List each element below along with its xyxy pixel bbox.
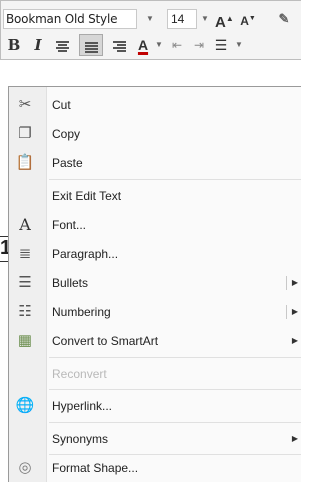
menu-item-exit-edit-text-label: Exit Edit Text — [52, 189, 122, 203]
italic-button[interactable]: I — [28, 34, 48, 56]
menu-item-hyperlink-label: Hyperlink... — [52, 399, 113, 413]
mini-toolbar: Bookman Old Style ▼ 14 ▼ A▲ A▼ ✎ B I A ▼… — [0, 0, 301, 60]
submenu-arrow-icon[interactable]: ▶ — [292, 298, 298, 326]
menu-item-numbering[interactable]: ☷ Numbering ▶ — [9, 298, 302, 326]
context-menu: ✂ Cut ❐ Copy 📋 Paste Exit Edit Text A Fo… — [8, 86, 301, 482]
copy-icon: ❐ — [18, 125, 32, 142]
smartart-icon: ▦ — [17, 332, 33, 349]
menu-item-copy-label: Copy — [52, 127, 81, 141]
menu-item-paste[interactable]: 📋 Paste — [9, 149, 302, 177]
format-painter-icon[interactable]: ✎ — [269, 9, 299, 29]
menu-item-cut-label: Cut — [52, 98, 71, 112]
decrease-indent-button[interactable]: ⇤ — [167, 34, 187, 56]
paragraph-icon: ≣ — [18, 245, 32, 262]
font-name-dropdown-icon[interactable]: ▼ — [144, 9, 156, 29]
menu-item-bullets-label: Bullets — [52, 276, 89, 290]
menu-item-convert-to-smartart-label: Convert to SmartArt — [52, 334, 159, 348]
mini-toolbar-format-row: B I A ▼ ⇤ ⇥ ☰ ▼ — [1, 34, 302, 58]
font-size-dropdown-icon[interactable]: ▼ — [199, 9, 211, 29]
menu-item-exit-edit-text[interactable]: Exit Edit Text — [9, 182, 302, 210]
menu-item-hyperlink[interactable]: 🌐 Hyperlink... — [9, 392, 302, 420]
menu-item-synonyms-label: Synonyms — [52, 432, 109, 446]
bullets-dropdown-icon[interactable]: ▼ — [233, 34, 245, 56]
menu-item-convert-to-smartart[interactable]: ▦ Convert to SmartArt ▶ — [9, 327, 302, 355]
align-justify-button[interactable] — [79, 34, 103, 56]
menu-item-font-label: Font... — [52, 218, 87, 232]
format-shape-icon: ◎ — [18, 459, 32, 476]
menu-item-format-shape-label: Format Shape... — [52, 461, 139, 475]
submenu-arrow-icon: ▶ — [291, 434, 298, 443]
paste-icon: 📋 — [15, 154, 35, 171]
menu-item-paragraph[interactable]: ≣ Paragraph... — [9, 240, 302, 268]
menu-separator — [49, 389, 301, 390]
align-center-button[interactable] — [52, 34, 72, 56]
menu-item-font[interactable]: A Font... — [9, 211, 302, 239]
numbering-icon: ☷ — [18, 303, 32, 320]
menu-item-copy[interactable]: ❐ Copy — [9, 120, 302, 148]
font-icon: A — [19, 215, 31, 234]
menu-separator — [49, 357, 301, 358]
align-right-icon — [112, 40, 126, 52]
font-color-dropdown-icon[interactable]: ▼ — [153, 34, 165, 56]
align-justify-icon — [84, 41, 98, 53]
align-right-button[interactable] — [109, 34, 129, 56]
menu-item-bullets[interactable]: ☰ Bullets ▶ — [9, 269, 302, 297]
font-size-combobox[interactable]: 14 — [167, 9, 197, 29]
bold-button[interactable]: B — [4, 34, 24, 56]
menu-item-synonyms[interactable]: Synonyms ▶ — [9, 425, 302, 453]
menu-item-reconvert: Reconvert — [9, 360, 302, 388]
hyperlink-icon: 🌐 — [15, 397, 35, 414]
align-center-icon — [55, 40, 69, 52]
submenu-arrow-icon[interactable]: ▶ — [292, 269, 298, 297]
grow-font-icon[interactable]: A▲ — [215, 9, 234, 31]
split-button-divider — [286, 305, 287, 319]
increase-indent-button[interactable]: ⇥ — [189, 34, 209, 56]
menu-separator — [49, 179, 301, 180]
bullets-button[interactable]: ☰ — [211, 34, 231, 56]
shrink-font-icon[interactable]: A▼ — [239, 9, 257, 29]
menu-item-reconvert-label: Reconvert — [52, 367, 107, 381]
bullets-icon: ☰ — [18, 274, 32, 291]
menu-item-numbering-label: Numbering — [52, 305, 111, 319]
menu-item-paste-label: Paste — [52, 156, 83, 170]
menu-item-format-shape[interactable]: ◎ Format Shape... — [9, 454, 302, 482]
menu-item-cut[interactable]: ✂ Cut — [9, 91, 302, 119]
split-button-divider — [286, 276, 287, 290]
scissors-icon: ✂ — [18, 96, 32, 113]
mini-toolbar-font-row: Bookman Old Style ▼ 14 ▼ A▲ A▼ ✎ — [1, 9, 302, 31]
font-name-combobox[interactable]: Bookman Old Style — [3, 9, 137, 29]
menu-item-paragraph-label: Paragraph... — [52, 247, 119, 261]
submenu-arrow-icon: ▶ — [291, 336, 298, 345]
font-color-button[interactable]: A — [133, 34, 153, 56]
menu-separator — [49, 422, 301, 423]
